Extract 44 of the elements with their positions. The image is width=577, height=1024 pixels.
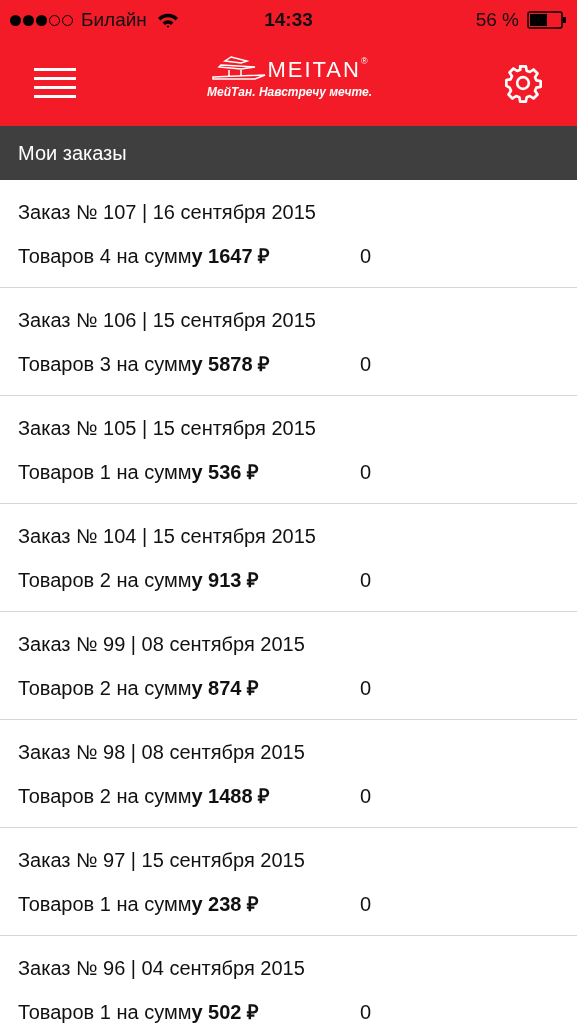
battery-percentage: 56 % <box>475 7 519 32</box>
wifi-icon <box>156 12 179 28</box>
clock-time: 14:33 <box>264 7 313 32</box>
order-summary: Товаров 3 на сумму 5878 ₽ <box>18 352 272 377</box>
order-title: Заказ № 105 | 15 сентября 2015 <box>18 416 317 441</box>
order-title: Заказ № 97 | 15 сентября 2015 <box>18 848 306 873</box>
logo-wordmark: MEITAN <box>267 59 361 81</box>
order-title: Заказ № 96 | 04 сентября 2015 <box>18 956 306 981</box>
order-row[interactable]: Заказ № 99 | 08 сентября 2015 Товаров 2 на сумму 874 ₽ 0 <box>0 612 577 720</box>
order-title: Заказ № 107 | 16 сентября 2015 <box>18 200 317 225</box>
order-summary: Товаров 1 на сумму 238 ₽ <box>18 892 261 917</box>
order-count: 0 <box>360 676 372 701</box>
order-row[interactable]: Заказ № 98 | 08 сентября 2015 Товаров 2 на сумму 1488 ₽ 0 <box>0 720 577 828</box>
order-title: Заказ № 104 | 15 сентября 2015 <box>18 524 317 549</box>
carrier-name: Билайн <box>81 7 147 32</box>
order-row[interactable]: Заказ № 97 | 15 сентября 2015 Товаров 1 на сумму 238 ₽ 0 <box>0 828 577 936</box>
order-summary: Товаров 1 на сумму 536 ₽ <box>18 460 261 485</box>
section-title: Мои заказы <box>18 141 127 166</box>
order-count: 0 <box>360 1000 372 1024</box>
logo-icon <box>211 55 268 81</box>
settings-icon[interactable] <box>503 63 543 103</box>
order-row[interactable]: Заказ № 107 | 16 сентября 2015 Товаров 4 на сумму 1647 ₽ 0 <box>0 180 577 288</box>
order-title: Заказ № 106 | 15 сентября 2015 <box>18 308 317 333</box>
order-summary: Товаров 2 на сумму 1488 ₽ <box>18 784 272 809</box>
order-row[interactable]: Заказ № 105 | 15 сентября 2015 Товаров 1 на сумму 536 ₽ 0 <box>0 396 577 504</box>
order-count: 0 <box>360 568 372 593</box>
logo-tagline: МейТан. Навстречу мечте. <box>207 84 372 101</box>
order-count: 0 <box>360 460 372 485</box>
order-count: 0 <box>360 244 372 269</box>
order-summary: Товаров 2 на сумму 874 ₽ <box>18 676 261 701</box>
order-title: Заказ № 98 | 08 сентября 2015 <box>18 740 306 765</box>
menu-button[interactable] <box>34 66 76 100</box>
order-row[interactable]: Заказ № 96 | 04 сентября 2015 Товаров 1 на сумму 502 ₽ 0 <box>0 936 577 1024</box>
registered-mark: ® <box>360 55 368 66</box>
order-count: 0 <box>360 352 372 377</box>
order-count: 0 <box>360 892 372 917</box>
order-count: 0 <box>360 784 372 809</box>
order-summary: Товаров 2 на сумму 913 ₽ <box>18 568 261 593</box>
order-row[interactable]: Заказ № 106 | 15 сентября 2015 Товаров 3 на сумму 5878 ₽ 0 <box>0 288 577 396</box>
battery-icon <box>527 11 567 29</box>
order-row[interactable]: Заказ № 104 | 15 сентября 2015 Товаров 2 на сумму 913 ₽ 0 <box>0 504 577 612</box>
order-title: Заказ № 99 | 08 сентября 2015 <box>18 632 306 657</box>
order-summary: Товаров 4 на сумму 1647 ₽ <box>18 244 272 269</box>
order-summary: Товаров 1 на сумму 502 ₽ <box>18 1000 261 1024</box>
